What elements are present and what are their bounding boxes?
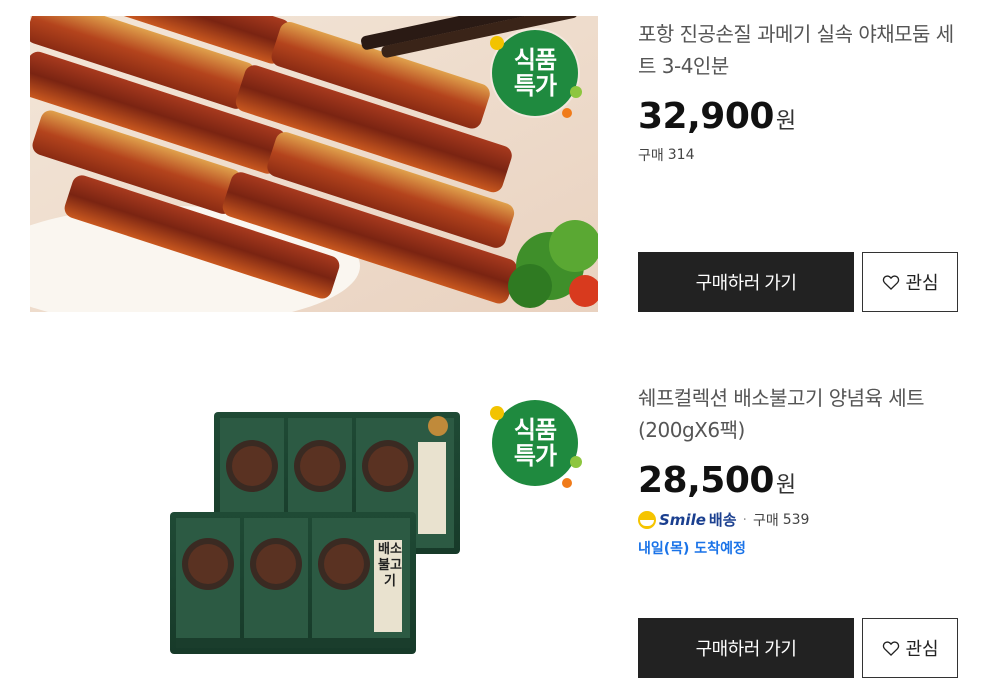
badge-dot-decoration (562, 478, 572, 488)
price-row: 32,900 원 (638, 96, 968, 137)
badge-text-line1: 식품 (513, 46, 557, 74)
buy-button[interactable]: 구매하러 가기 (638, 618, 854, 678)
purchase-meta: 구매 314 (638, 145, 968, 165)
badge-text-line2: 특가 (513, 442, 557, 470)
heart-icon (883, 275, 900, 291)
purchase-label: 구매 (638, 148, 664, 164)
product-info: 포항 진공손질 과메기 실속 야채모둠 세트 3-4인분 32,900 원 구매… (638, 18, 968, 165)
buy-button[interactable]: 구매하러 가기 (638, 252, 854, 312)
package-label: 배소불고기 (378, 542, 402, 589)
wishlist-button[interactable]: 관심 (862, 618, 958, 678)
currency-unit: 원 (775, 109, 797, 134)
badge-dot-decoration (490, 406, 504, 420)
product-card-1: 식품 특가 포항 진공손질 과메기 실속 야채모둠 세트 3-4인분 32,90… (0, 0, 986, 330)
product-price: 32,900 (638, 96, 774, 137)
currency-unit: 원 (775, 473, 797, 498)
product-info: 쉐프컬렉션 배소불고기 양념육 세트 (200gX6팩) 28,500 원 Sm… (638, 382, 968, 558)
shipping-meta: Smile 배송 · 구매 539 (638, 509, 968, 530)
smile-word: Smile (659, 510, 706, 529)
product-image[interactable]: 식품 특가 (30, 16, 598, 312)
badge-dot-decoration (570, 86, 582, 98)
product-actions: 구매하러 가기 관심 (638, 618, 958, 678)
product-actions: 구매하러 가기 관심 (638, 252, 958, 312)
smile-delivery-label: Smile 배송 (638, 509, 737, 530)
badge-dot-decoration (490, 36, 504, 50)
badge-dot-decoration (562, 108, 572, 118)
badge-text-line1: 식품 (513, 416, 557, 444)
product-price: 28,500 (638, 460, 774, 501)
wishlist-button[interactable]: 관심 (862, 252, 958, 312)
purchase-count: 314 (667, 147, 695, 163)
wishlist-label: 관심 (905, 273, 939, 293)
product-card-2: 배소불고기 식품 특가 쉐프컬렉션 배소불고기 양념육 세트 (200gX6팩)… (0, 360, 986, 700)
purchase-count: 539 (782, 511, 810, 528)
food-special-badge: 식품 특가 (490, 400, 582, 488)
purchase-label: 구매 (752, 512, 779, 529)
smile-icon (638, 510, 656, 529)
shipping-word: 배송 (708, 511, 737, 529)
product-image[interactable]: 배소불고기 식품 특가 (30, 376, 598, 676)
heart-icon (883, 641, 900, 657)
price-row: 28,500 원 (638, 460, 968, 501)
wishlist-label: 관심 (905, 639, 939, 659)
delivery-eta: 내일(목) 도착예정 (638, 541, 746, 557)
product-title[interactable]: 쉐프컬렉션 배소불고기 양념육 세트 (200gX6팩) (638, 382, 968, 446)
badge-dot-decoration (570, 456, 582, 468)
separator: · (742, 511, 747, 528)
product-title[interactable]: 포항 진공손질 과메기 실속 야채모둠 세트 3-4인분 (638, 18, 968, 82)
food-special-badge: 식품 특가 (490, 30, 582, 118)
badge-text-line2: 특가 (513, 72, 557, 100)
